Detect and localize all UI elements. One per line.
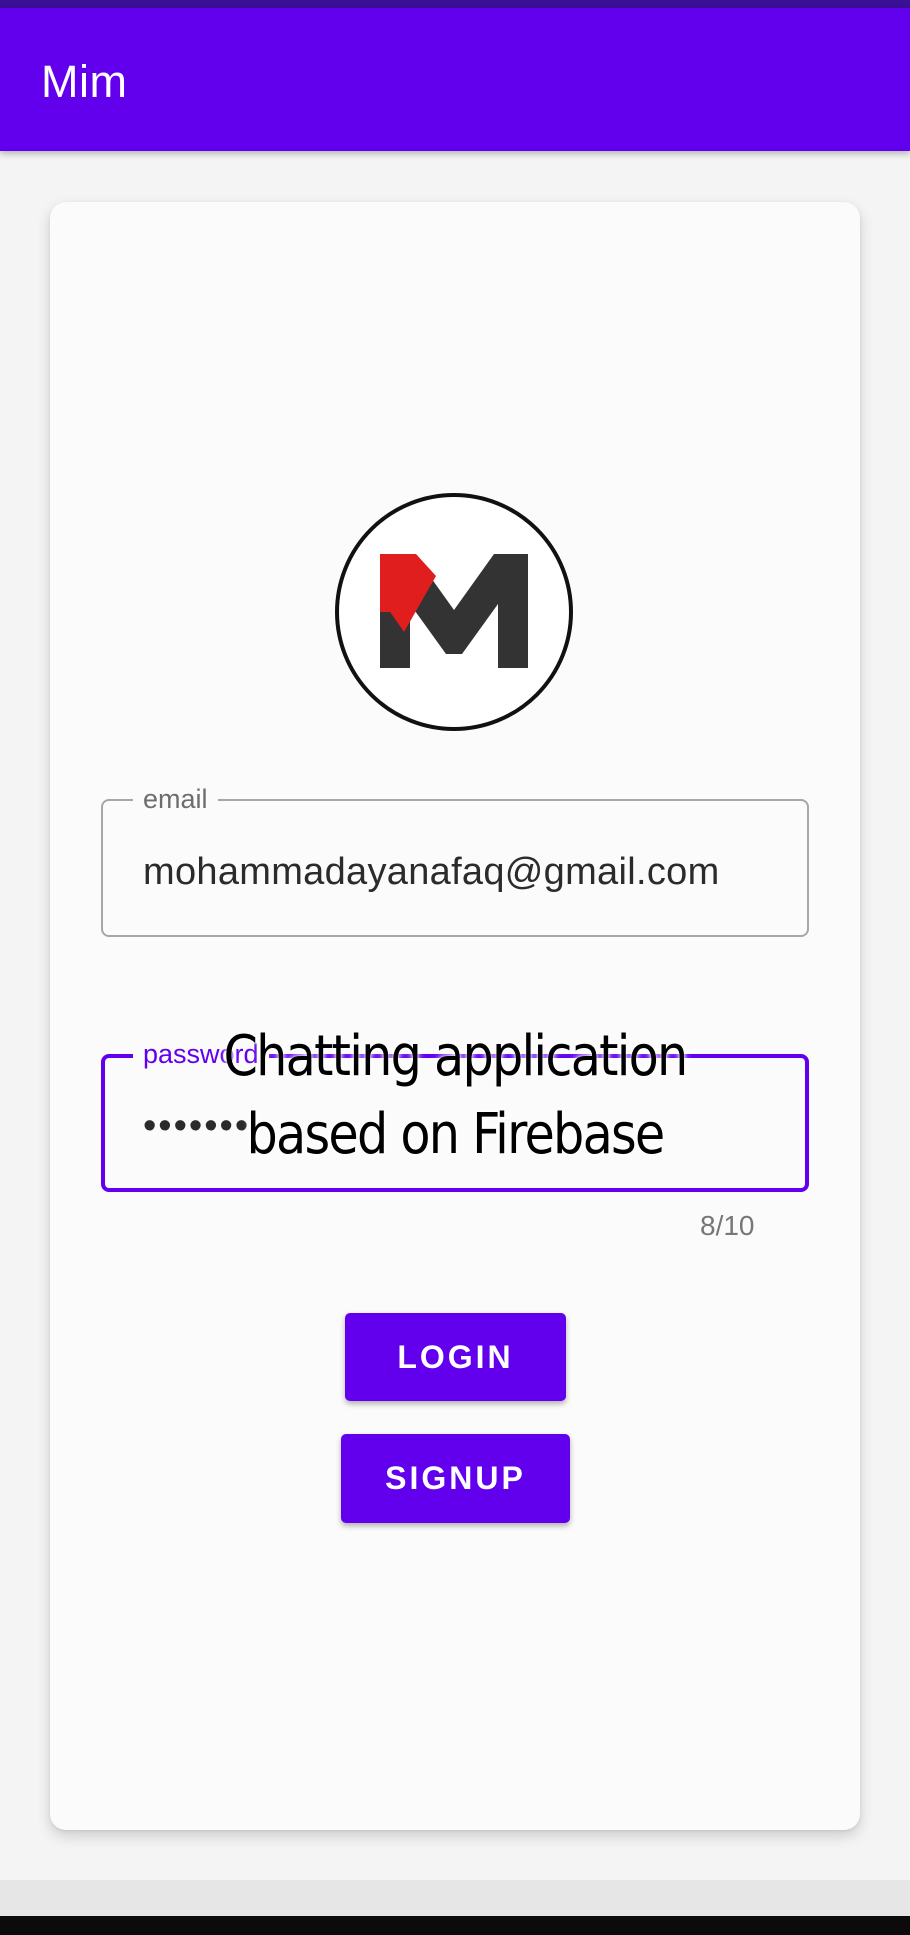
m-logo-icon	[335, 493, 573, 731]
password-char-counter: 8/10	[700, 1210, 755, 1241]
app-title: Mim	[41, 56, 128, 107]
video-caption-overlay: Chatting application based on Firebase	[195, 1018, 714, 1174]
signup-button[interactable]: SIGNUP	[341, 1434, 570, 1523]
app-bar: Mim	[0, 8, 910, 151]
email-field[interactable]: email mohammadayanafaq@gmail.com	[101, 784, 809, 937]
login-card	[50, 202, 860, 1830]
caption-line-2: based on Firebase	[246, 1102, 666, 1167]
email-label: email	[133, 784, 218, 814]
status-bar	[0, 0, 910, 8]
bottom-edge	[0, 1916, 910, 1935]
login-button[interactable]: LOGIN	[345, 1313, 566, 1401]
email-input-value: mohammadayanafaq@gmail.com	[143, 851, 720, 893]
caption-line-1: Chatting application	[223, 1024, 689, 1089]
